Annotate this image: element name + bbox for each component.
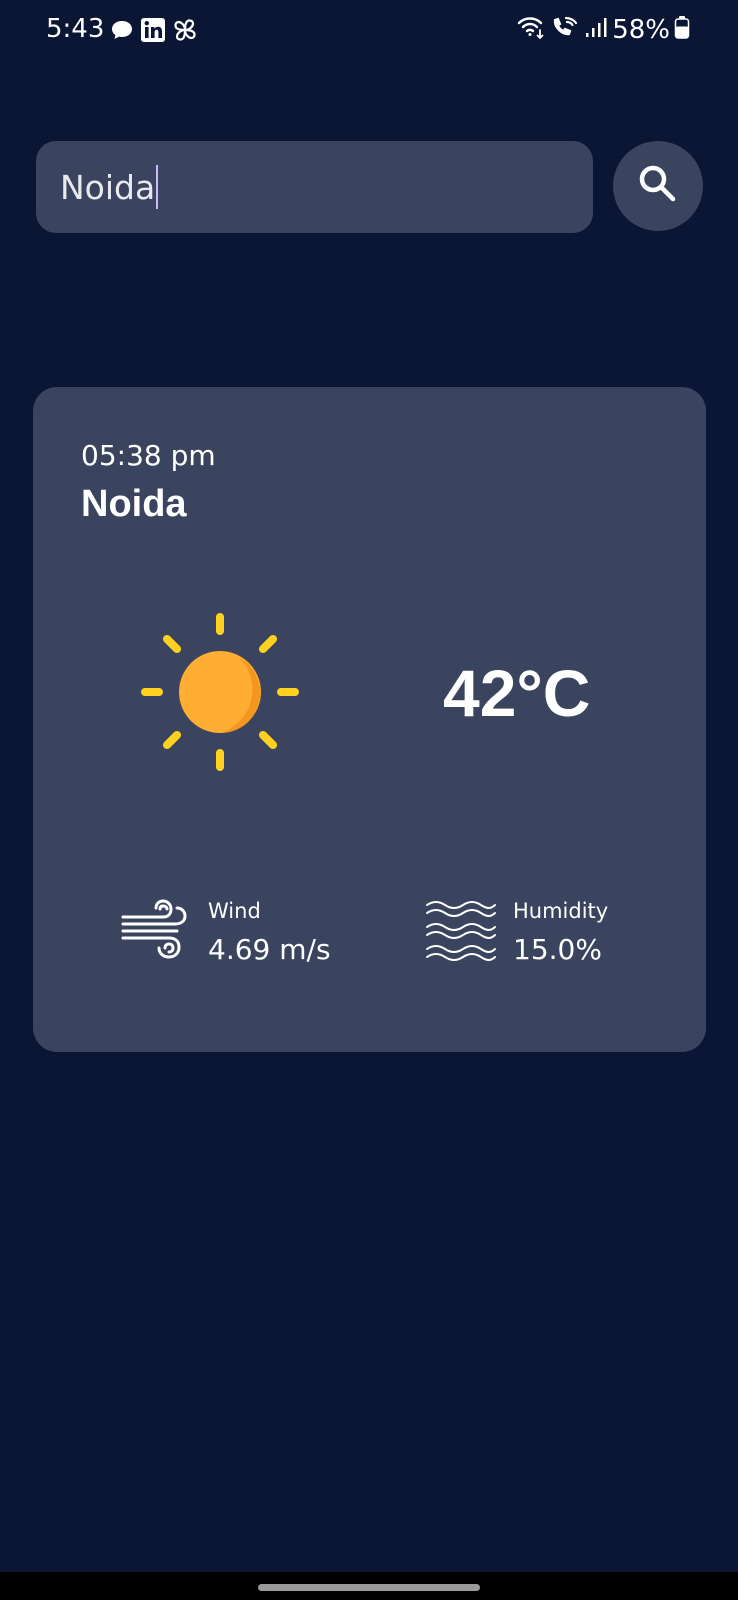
weather-card: 05:38 pm Noida 42°C Wind 4.69 m/s Humidi…	[33, 387, 706, 1052]
home-indicator[interactable]	[258, 1584, 480, 1591]
search-input[interactable]: Noida	[36, 141, 593, 233]
local-time: 05:38 pm	[81, 439, 216, 472]
sun-icon	[135, 607, 305, 782]
search-button[interactable]	[613, 141, 703, 231]
temperature: 42°C	[443, 656, 591, 730]
text-cursor	[156, 165, 159, 209]
status-time: 5:43	[46, 14, 105, 44]
status-bar: 5:43 58%	[0, 0, 738, 60]
wifi-calling-icon	[550, 14, 580, 45]
battery-icon	[674, 14, 690, 45]
navigation-bar	[0, 1572, 738, 1600]
system-icons: 58%	[516, 14, 690, 45]
pinwheel-icon	[172, 17, 198, 48]
wind-value: 4.69 m/s	[208, 933, 331, 966]
humidity-value: 15.0%	[513, 933, 602, 966]
battery-percentage: 58%	[612, 14, 670, 45]
signal-icon	[584, 14, 608, 45]
city-name: Noida	[81, 483, 187, 525]
linkedin-icon	[140, 17, 166, 48]
wind-label: Wind	[208, 899, 261, 923]
chat-bubble-icon	[110, 18, 134, 47]
search-input-value: Noida	[60, 167, 156, 207]
wind-icon	[119, 897, 189, 968]
humidity-icon	[425, 899, 497, 966]
humidity-label: Humidity	[513, 899, 609, 923]
notification-icons	[110, 17, 198, 48]
search-icon	[635, 161, 681, 212]
wifi-icon	[516, 14, 546, 45]
